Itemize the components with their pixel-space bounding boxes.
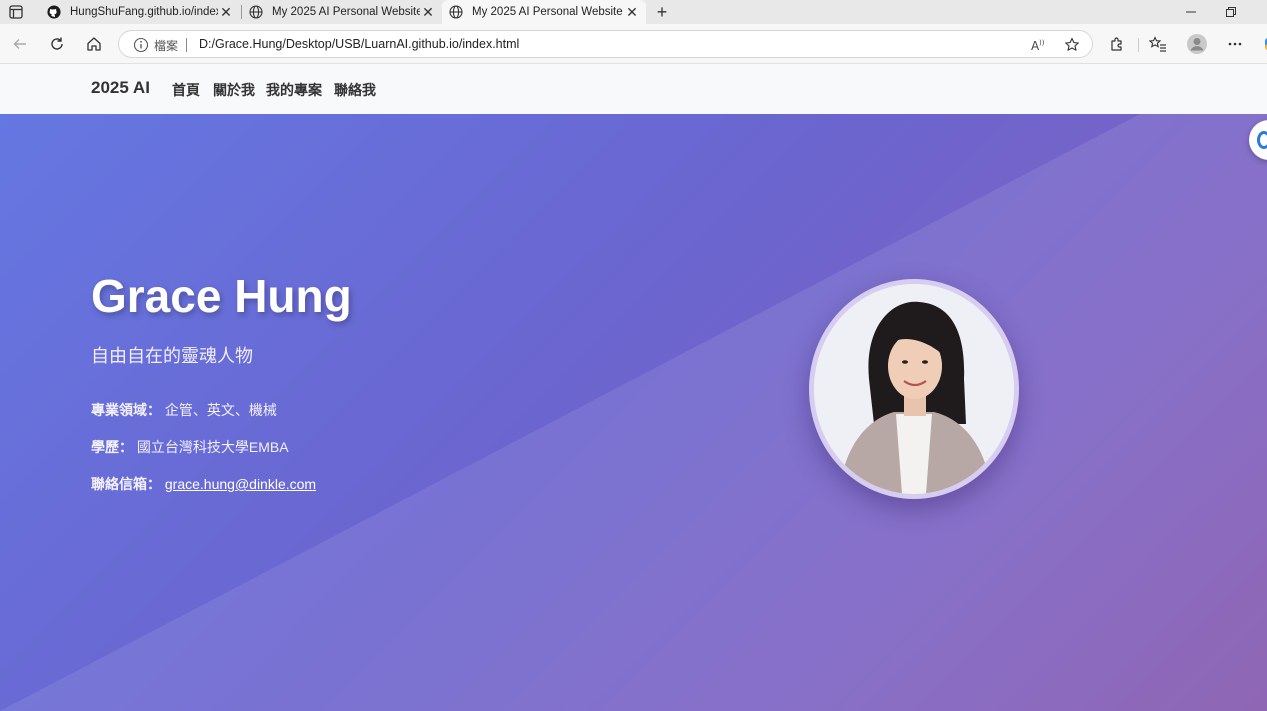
nav-link-contact[interactable]: 聯絡我 xyxy=(334,80,376,100)
close-tab-icon[interactable]: ✕ xyxy=(420,4,436,20)
profile-photo xyxy=(809,279,1019,499)
close-tab-icon[interactable]: ✕ xyxy=(624,4,640,20)
favorite-star-icon[interactable] xyxy=(1063,36,1081,54)
tab-actions-icon[interactable] xyxy=(6,3,26,21)
info-education-label: 學歷： xyxy=(91,439,133,455)
browser-tab-active[interactable]: My 2025 AI Personal Website ✕ xyxy=(442,0,646,24)
hero-tagline: 自由自在的靈魂人物 xyxy=(91,346,253,366)
copilot-icon[interactable] xyxy=(1257,32,1267,56)
tab-title: HungShuFang.github.io/index.htm xyxy=(70,6,218,18)
address-scheme-label: 檔案 xyxy=(154,39,179,53)
read-aloud-icon[interactable]: A)) xyxy=(1030,36,1048,54)
profile-avatar-icon[interactable] xyxy=(1185,32,1209,56)
back-icon[interactable] xyxy=(8,32,32,56)
browser-tab-strip: HungShuFang.github.io/index.htm ✕ My 202… xyxy=(0,0,1267,24)
site-navbar: 2025 AI 首頁 關於我 我的專案 聯絡我 xyxy=(0,64,1267,114)
nav-link-home[interactable]: 首頁 xyxy=(172,80,200,100)
nav-link-projects[interactable]: 我的專案 xyxy=(266,80,322,100)
nav-link-about[interactable]: 關於我 xyxy=(213,80,255,100)
address-bar[interactable]: 檔案 D:/Grace.Hung/Desktop/USB/LuarnAI.git… xyxy=(118,30,1093,58)
email-link[interactable]: grace.hung@dinkle.com xyxy=(165,476,316,492)
site-info-icon[interactable] xyxy=(133,37,149,53)
tab-title: My 2025 AI Personal Website xyxy=(272,6,420,18)
home-icon[interactable] xyxy=(82,32,106,56)
globe-icon xyxy=(248,4,264,20)
close-tab-icon[interactable]: ✕ xyxy=(218,4,234,20)
hero-section: Grace Hung 自由自在的靈魂人物 專業領域： 企管、英文、機械 學歷： … xyxy=(0,114,1267,711)
hero-name: Grace Hung xyxy=(91,270,352,322)
browser-toolbar: 檔案 D:/Grace.Hung/Desktop/USB/LuarnAI.git… xyxy=(0,24,1267,64)
info-email: 聯絡信箱： grace.hung@dinkle.com xyxy=(91,474,316,494)
assistant-icon xyxy=(1257,131,1267,149)
info-fields-label: 專業領域： xyxy=(91,402,161,418)
info-fields-value: 企管、英文、機械 xyxy=(164,402,277,418)
extensions-icon[interactable] xyxy=(1105,32,1129,56)
info-education-value: 國立台灣科技大學EMBA xyxy=(136,439,289,455)
svg-text:)): )) xyxy=(1039,39,1045,47)
github-icon xyxy=(46,4,62,20)
refresh-icon[interactable] xyxy=(45,32,69,56)
toolbar-divider xyxy=(1138,38,1139,52)
info-email-label: 聯絡信箱： xyxy=(91,476,161,492)
info-fields: 專業領域： 企管、英文、機械 xyxy=(91,400,277,420)
url-text[interactable]: D:/Grace.Hung/Desktop/USB/LuarnAI.github… xyxy=(199,37,519,51)
restore-icon[interactable] xyxy=(1212,0,1250,24)
site-brand[interactable]: 2025 AI xyxy=(91,78,150,98)
new-tab-icon[interactable]: + xyxy=(652,2,672,22)
browser-tab[interactable]: HungShuFang.github.io/index.htm ✕ xyxy=(40,0,240,24)
address-divider xyxy=(186,38,187,52)
browser-tab[interactable]: My 2025 AI Personal Website ✕ xyxy=(242,0,442,24)
minimize-icon[interactable] xyxy=(1172,0,1210,24)
info-education: 學歷： 國立台灣科技大學EMBA xyxy=(91,437,289,457)
more-options-icon[interactable] xyxy=(1223,32,1247,56)
tab-title: My 2025 AI Personal Website xyxy=(472,6,623,18)
favorites-icon[interactable] xyxy=(1146,32,1170,56)
globe-icon xyxy=(448,4,464,20)
